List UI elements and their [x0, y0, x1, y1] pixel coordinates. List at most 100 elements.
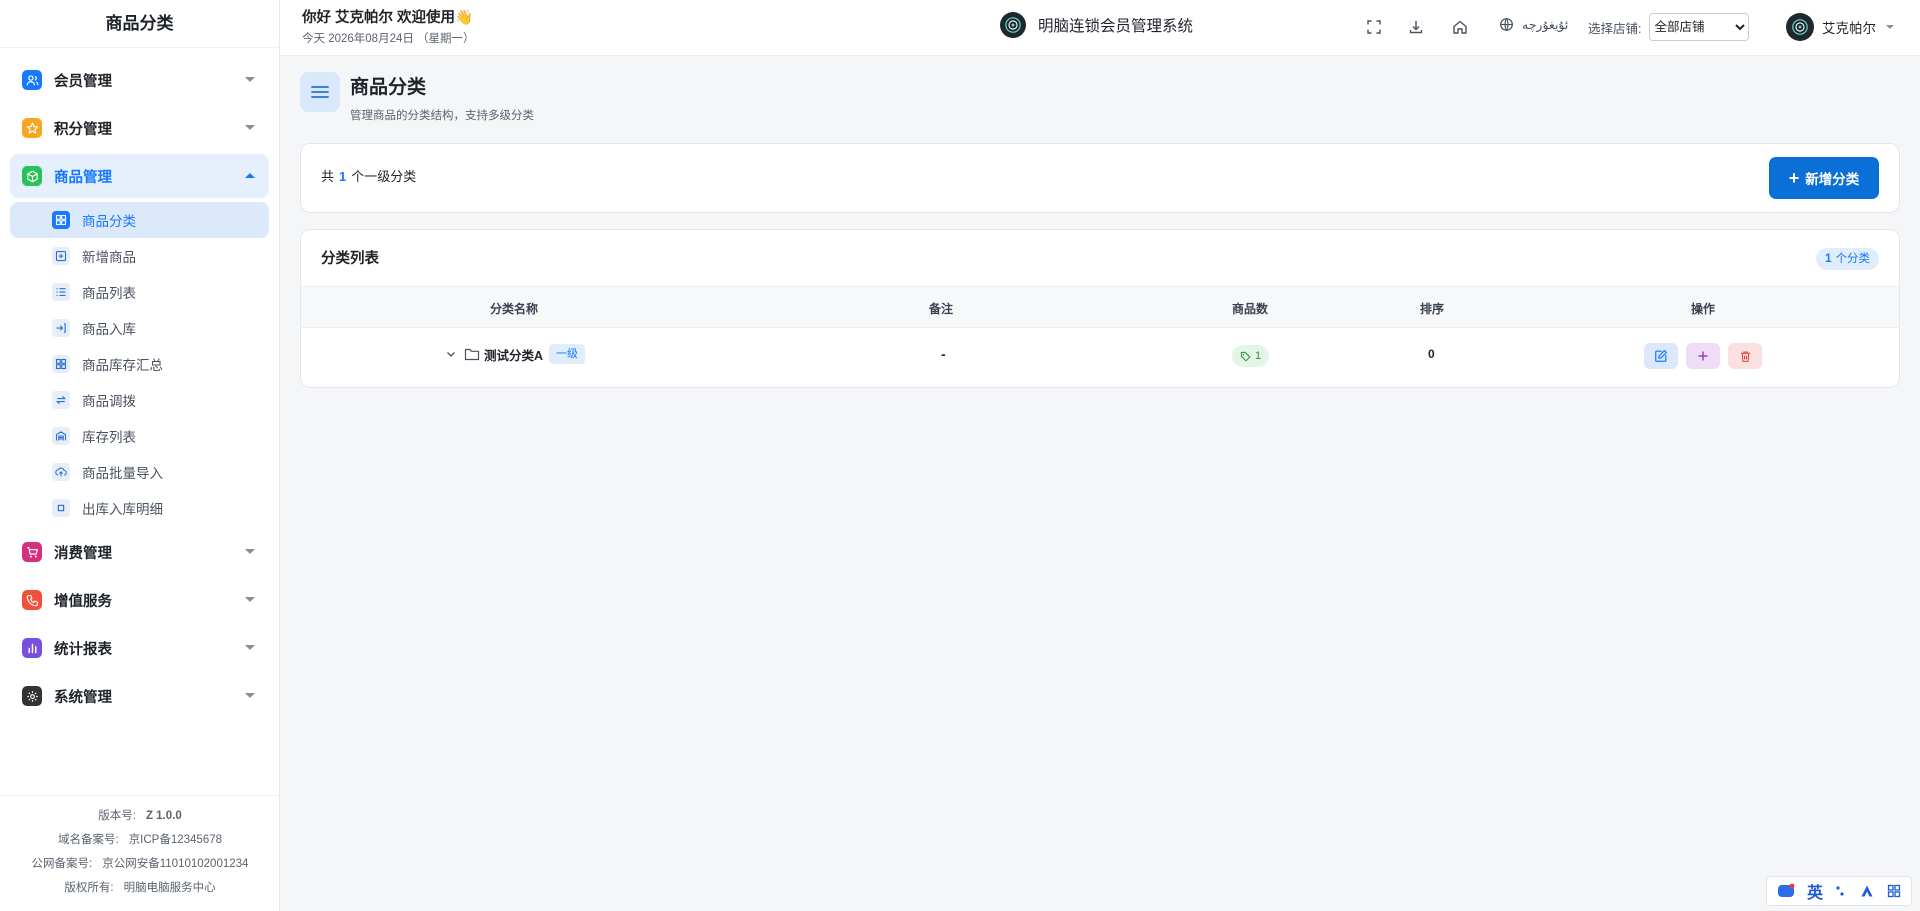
plus-icon: +: [1788, 167, 1800, 188]
chevron-down-icon: [245, 597, 255, 602]
home-icon[interactable]: [1449, 16, 1471, 38]
chevron-down-icon: [245, 549, 255, 554]
table-row: 测试分类A 一级 - 1 0: [301, 328, 1899, 386]
badge-count: 1: [1825, 253, 1832, 265]
folder-icon: [464, 347, 480, 361]
nav-group-consume[interactable]: 消费管理: [10, 530, 269, 574]
column-header-actions: 操作: [1690, 302, 1716, 316]
nav-group-goods[interactable]: 商品管理: [10, 154, 269, 198]
nav-group-label: 统计报表: [54, 641, 112, 658]
remark-cell: -: [941, 346, 946, 362]
nav-group-value-added[interactable]: 增值服务: [10, 578, 269, 622]
nav-group-member[interactable]: 会员管理: [10, 58, 269, 102]
category-name-cell: 测试分类A 一级: [444, 344, 586, 364]
store-selector: 选择店铺: 全部店铺: [1588, 13, 1750, 41]
download-icon[interactable]: [1405, 16, 1427, 38]
plus-square-icon: [52, 247, 70, 265]
nav-group-label: 积分管理: [54, 121, 112, 138]
chevron-down-icon[interactable]: [444, 347, 458, 361]
toolbox-grid-icon[interactable]: [1887, 884, 1901, 898]
ime-logo-icon[interactable]: [1777, 883, 1795, 899]
nav-group-points[interactable]: 积分管理: [10, 106, 269, 150]
sidebar-item-inventory-list[interactable]: 库存列表: [10, 418, 269, 454]
menu-icon: [300, 72, 340, 112]
grid-icon: [52, 355, 70, 373]
import-icon: [52, 319, 70, 337]
edit-button[interactable]: [1644, 343, 1678, 369]
sidebar-item-add-goods[interactable]: 新增商品: [10, 238, 269, 274]
chevron-down-icon: [245, 693, 255, 698]
nav-group-system[interactable]: 系统管理: [10, 674, 269, 718]
nav-group-label: 消费管理: [54, 545, 112, 562]
goods-count-badge: 1: [1232, 345, 1270, 367]
store-select[interactable]: 全部店铺: [1649, 13, 1750, 41]
version-line: 版本号: Z 1.0.0: [0, 804, 280, 828]
brand: 明脑连锁会员管理系统: [1000, 12, 1193, 38]
warehouse-icon: [52, 427, 70, 445]
sidebar-item-label: 出库入库明细: [82, 502, 163, 517]
sidebar-item-label: 商品分类: [82, 214, 136, 229]
level-badge: 一级: [549, 344, 586, 364]
delete-button[interactable]: [1728, 343, 1762, 369]
copyright-line: 版权所有: 明脑电脑服务中心: [0, 876, 280, 900]
sidebar-title: 商品分类: [0, 0, 279, 48]
add-subcategory-button[interactable]: [1686, 343, 1720, 369]
sidebar-item-stock-summary[interactable]: 商品库存汇总: [10, 346, 269, 382]
sidebar-item-category[interactable]: 商品分类: [10, 202, 269, 238]
version-value: Z 1.0.0: [145, 810, 182, 822]
sidebar-item-transfer[interactable]: 商品调拨: [10, 382, 269, 418]
add-category-button[interactable]: + 新增分类: [1769, 157, 1879, 199]
chevron-down-icon: [1886, 25, 1894, 29]
sidebar-item-label: 商品调拨: [82, 394, 136, 409]
add-category-label: 新增分类: [1805, 172, 1860, 187]
nav-group-label: 系统管理: [54, 689, 112, 706]
language-label: ئۇيغۇرچە: [1522, 18, 1569, 32]
sidebar-item-batch-import[interactable]: 商品批量导入: [10, 454, 269, 490]
table-header: 分类名称 备注 商品数 排序 操作: [301, 286, 1899, 328]
star-icon: [22, 118, 42, 138]
sidebar-item-in-out-detail[interactable]: 出库入库明细: [10, 490, 269, 526]
skin-icon[interactable]: [1859, 883, 1875, 899]
grid-icon: [52, 211, 70, 229]
trash-icon: [1740, 351, 1750, 362]
ime-language[interactable]: 英: [1807, 879, 1823, 903]
cube-icon: [22, 166, 42, 186]
greeting: 你好 艾克帕尔 欢迎使用👋: [302, 10, 474, 26]
nav-group-label: 会员管理: [54, 73, 112, 90]
language-switch[interactable]: ئۇيغۇرچە: [1499, 17, 1568, 32]
swap-icon: [52, 391, 70, 409]
brand-logo-icon: [1000, 12, 1026, 38]
fullscreen-icon[interactable]: [1363, 16, 1385, 38]
category-name: 测试分类A: [484, 348, 544, 363]
sidebar-item-goods-list[interactable]: 商品列表: [10, 274, 269, 310]
sidebar-item-label: 商品入库: [82, 322, 136, 337]
badge-suffix: 个分类: [1835, 253, 1871, 265]
square-icon: [52, 499, 70, 517]
row-actions: [1644, 343, 1770, 369]
nav-group-reports[interactable]: 统计报表: [10, 626, 269, 670]
sidebar-item-label: 商品库存汇总: [82, 358, 163, 373]
chevron-down-icon: [245, 125, 255, 130]
bar-chart-icon: [22, 638, 42, 658]
sidebar-item-stock-in[interactable]: 商品入库: [10, 310, 269, 346]
punctuation-icon[interactable]: [1835, 884, 1847, 898]
summary-suffix: 个一级分类: [351, 169, 417, 184]
summary-card: 共 1 个一级分类 + 新增分类: [300, 143, 1900, 213]
icp-label: 域名备案号:: [57, 834, 119, 846]
cart-icon: [22, 542, 42, 562]
column-header-remark: 备注: [928, 302, 954, 316]
nav-group-label: 商品管理: [54, 169, 112, 186]
sidebar-item-label: 商品批量导入: [82, 466, 163, 481]
goods-count: 1: [1255, 350, 1262, 362]
user-menu[interactable]: 艾克帕尔: [1786, 13, 1894, 41]
tag-icon: [1240, 351, 1255, 362]
table-title: 分类列表: [321, 251, 379, 267]
users-icon: [22, 70, 42, 90]
nav-group-label: 增值服务: [54, 593, 112, 610]
summary-prefix: 共: [321, 169, 335, 184]
page-subtitle: 管理商品的分类结构，支持多级分类: [350, 110, 534, 122]
list-icon: [52, 283, 70, 301]
police-value: 京公网安备11010102001234: [102, 858, 249, 870]
plus-icon: [1698, 351, 1708, 361]
police-label: 公网备案号:: [31, 858, 93, 870]
